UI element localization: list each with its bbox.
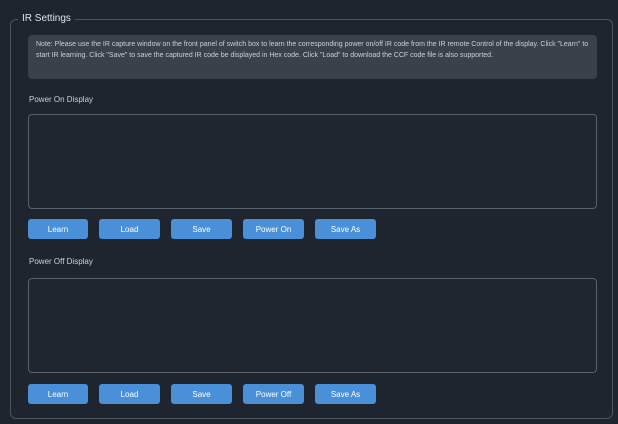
power-on-button-row: Learn Load Save Power On Save As bbox=[28, 219, 376, 239]
power-off-button-row: Learn Load Save Power Off Save As bbox=[28, 384, 376, 404]
power-off-save-as-button[interactable]: Save As bbox=[315, 384, 376, 404]
ir-settings-page: IR Settings Note: Please use the IR capt… bbox=[0, 0, 618, 424]
power-off-code-textarea[interactable] bbox=[28, 278, 597, 373]
ir-note: Note: Please use the IR capture window o… bbox=[28, 35, 597, 79]
power-on-save-button[interactable]: Save bbox=[171, 219, 232, 239]
power-on-load-button[interactable]: Load bbox=[99, 219, 160, 239]
power-off-display-label: Power Off Display bbox=[29, 257, 93, 266]
power-on-display-label: Power On Display bbox=[29, 95, 94, 104]
power-off-button[interactable]: Power Off bbox=[243, 384, 304, 404]
power-off-save-button[interactable]: Save bbox=[171, 384, 232, 404]
power-off-learn-button[interactable]: Learn bbox=[28, 384, 88, 404]
power-on-code-textarea[interactable] bbox=[28, 114, 597, 209]
power-off-load-button[interactable]: Load bbox=[99, 384, 160, 404]
ir-settings-legend: IR Settings bbox=[18, 12, 75, 26]
power-on-save-as-button[interactable]: Save As bbox=[315, 219, 376, 239]
power-on-button[interactable]: Power On bbox=[243, 219, 304, 239]
power-on-learn-button[interactable]: Learn bbox=[28, 219, 88, 239]
